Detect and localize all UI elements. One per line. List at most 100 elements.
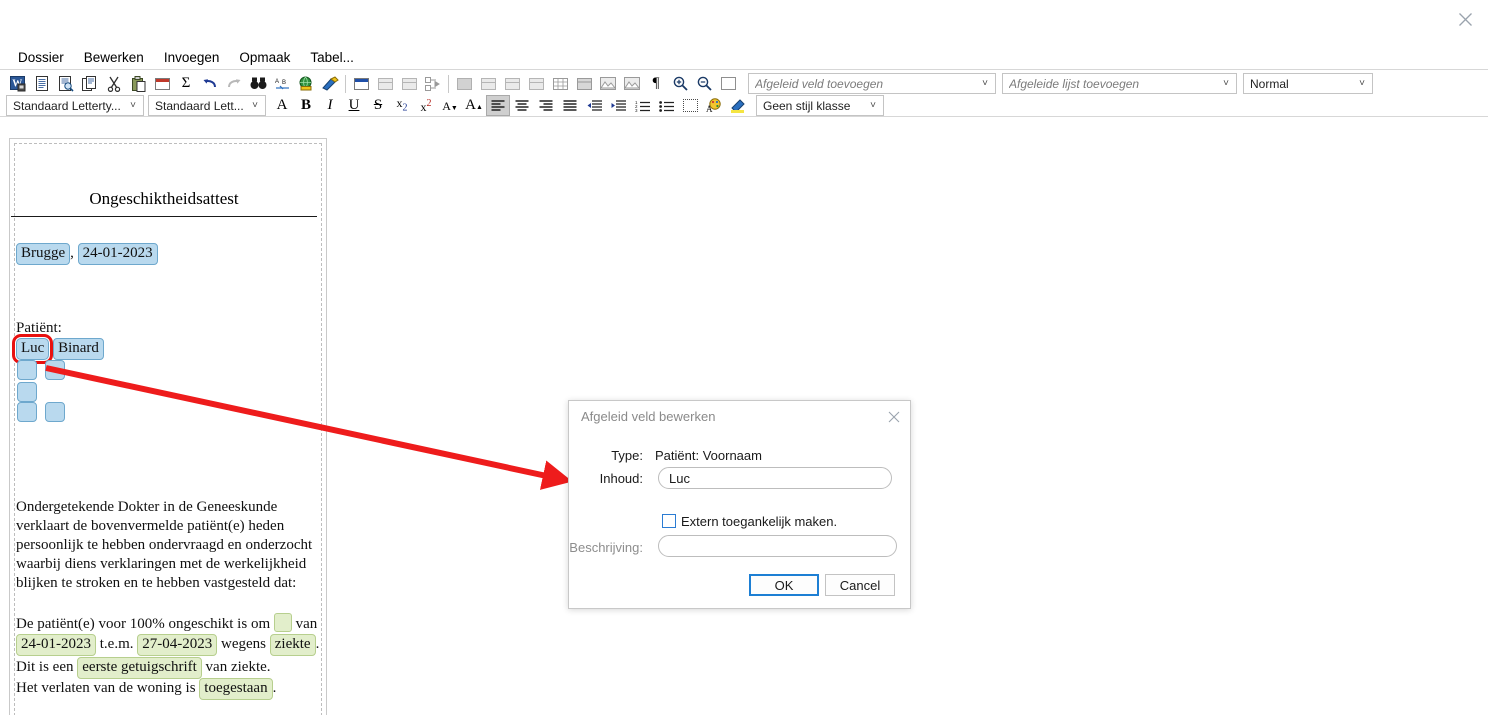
underline-icon[interactable]: U [342,95,366,116]
find-icon[interactable] [246,73,270,94]
superscript-icon[interactable]: x2 [414,95,438,116]
chevron-down-icon: ˅ [982,78,988,89]
undo-icon[interactable] [198,73,222,94]
menu-bar: Dossier Bewerken Invoegen Opmaak Tabel..… [0,45,1488,69]
field-patient-city[interactable] [17,402,37,422]
cut-icon[interactable] [102,73,126,94]
svg-text:B: B [282,80,286,86]
derived-field-select[interactable]: Afgeleid veld toevoegen ˅ [748,73,996,94]
description-input[interactable] [658,535,897,557]
table-column-icon [397,73,421,94]
body-line-5: blijken te stroken en te hebben vastgest… [16,575,297,591]
field-patient-firstname[interactable]: Luc [11,334,54,364]
field-date[interactable]: 24-01-2023 [77,243,158,265]
svg-text:3: 3 [635,108,638,112]
bulleted-list-icon[interactable] [654,95,678,116]
content-input[interactable] [658,467,892,489]
font-family-value: Standaard Letterty... [13,98,121,113]
certificate-text-pre: Dit is een [16,659,74,675]
zoom-in-icon[interactable] [668,73,692,94]
close-icon [888,411,900,423]
place-date-comma: , [70,245,74,261]
incapacity-line-2: 24-01-2023 t.e.m. 27-04-2023 wegens ziek… [16,634,319,656]
menu-item-bewerken[interactable]: Bewerken [74,48,154,67]
chevron-down-icon: ˅ [252,100,258,111]
hyperlink-icon[interactable] [294,73,318,94]
table-shading-icon [572,73,596,94]
field-reason[interactable]: ziekte [269,634,316,656]
incapacity-text-post: van [295,616,318,632]
numbered-list-icon[interactable]: 1 2 3 [630,95,654,116]
style-class-value: Geen stijl klasse [763,98,851,113]
print-preview-icon[interactable] [54,73,78,94]
field-date-to[interactable]: 27-04-2023 [137,634,218,656]
chevron-down-icon: ˅ [870,100,876,111]
align-right-icon[interactable] [534,95,558,116]
format-painter-icon[interactable] [318,73,342,94]
field-patient-street[interactable] [17,360,37,380]
paragraph-style-select[interactable]: Normal ˅ [1243,73,1373,94]
menu-item-opmaak[interactable]: Opmaak [229,48,300,67]
field-leaving-home[interactable]: toegestaan [199,678,273,700]
ok-button[interactable]: OK [749,574,819,596]
field-date-from[interactable]: 24-01-2023 [16,634,96,656]
font-color-icon[interactable]: A [702,95,726,116]
decrease-indent-icon[interactable] [582,95,606,116]
strikethrough-icon[interactable]: S [366,95,390,116]
font-style-select[interactable]: Standaard Lett... ˅ [148,95,266,116]
italic-icon[interactable]: I [318,95,342,116]
field-patient-lastname[interactable]: Binard [53,338,104,360]
increase-indent-icon[interactable] [606,95,630,116]
field-patient-country[interactable] [44,402,65,422]
subscript-icon[interactable]: x2 [390,95,414,116]
align-center-icon[interactable] [510,95,534,116]
font-family-select[interactable]: Standaard Letterty... ˅ [6,95,144,116]
field-incapacity-percent[interactable] [273,613,292,632]
decrease-font-size-icon[interactable]: A▼ [438,95,462,116]
field-patient-number[interactable] [44,360,65,380]
borders-icon[interactable] [678,95,702,116]
save-document-icon[interactable]: W [6,73,30,94]
sum-icon[interactable]: Σ [174,73,198,94]
dialog-close-button[interactable] [882,406,906,428]
table-cell-c-icon [524,73,548,94]
cancel-button[interactable]: Cancel [825,574,895,596]
menu-item-invoegen[interactable]: Invoegen [154,48,230,67]
copy-icon[interactable] [78,73,102,94]
body-line-2: verklaart de bovenvermelde patiënt(e) he… [16,518,285,534]
highlight-color-icon[interactable] [726,95,750,116]
title-divider [11,216,317,217]
table-cell-b-icon [500,73,524,94]
insert-table-icon[interactable] [150,73,174,94]
zoom-out-icon[interactable] [692,73,716,94]
table-properties-icon[interactable] [349,73,373,94]
body-line-1: Ondergetekende Dokter in de Geneeskunde [16,499,278,515]
derived-list-select[interactable]: Afgeleide lijst toevoegen ˅ [1002,73,1237,94]
spellcheck-icon[interactable]: A B [270,73,294,94]
certificate-text-post: van ziekte. [205,659,271,675]
style-class-select[interactable]: Geen stijl klasse ˅ [756,95,884,116]
align-left-icon[interactable] [486,95,510,116]
patient-label: Patiënt: [16,320,62,336]
body-line-4: waarbij diens verklaringen met de werkel… [16,556,307,572]
field-place[interactable]: Brugge [16,243,71,265]
menu-item-dossier[interactable]: Dossier [8,48,74,67]
page-border-icon[interactable] [716,73,740,94]
new-document-icon[interactable] [30,73,54,94]
show-formatting-marks-icon[interactable]: ¶ [644,73,668,94]
save-document-glyph: W [9,75,25,91]
field-patient-postalcode[interactable] [17,382,37,402]
increase-font-size-icon[interactable]: A▲ [462,95,486,116]
leaving-home-text-pre: Het verlaten van de woning is [16,680,196,696]
external-access-checkbox[interactable] [662,514,676,528]
paste-icon[interactable] [126,73,150,94]
font-dialog-icon[interactable]: A [270,95,294,116]
field-certificate-type[interactable]: eerste getuigschrift [77,657,202,679]
window-close-button[interactable] [1442,0,1488,38]
align-justify-icon[interactable] [558,95,582,116]
bold-icon[interactable]: B [294,95,318,116]
body-line-3: persoonlijk te hebben ondervraagd en ond… [16,537,313,553]
menu-item-tabel[interactable]: Tabel... [300,48,364,67]
toolbar-row-primary: W Σ A B ¶ Afgeleid veld toevoegen ˅ Afge… [0,72,1488,95]
document-page[interactable]: Ongeschiktheidsattest Brugge, 24-01-2023… [9,138,327,715]
